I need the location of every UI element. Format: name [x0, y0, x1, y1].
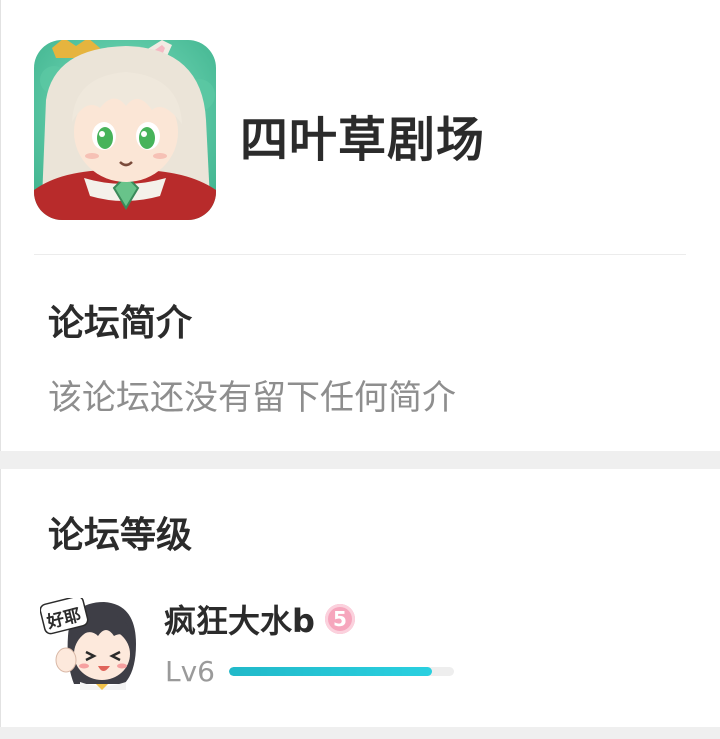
user-avatar-image: 好耶	[39, 595, 136, 690]
intro-section-title: 论坛简介	[48, 303, 193, 344]
level-section-title: 论坛等级	[48, 515, 193, 556]
level-progress-fill	[229, 667, 432, 676]
forum-avatar-image	[34, 40, 216, 220]
intro-text: 该论坛还没有留下任何简介	[48, 378, 456, 418]
header-divider	[34, 254, 686, 255]
user-name-row: 疯狂大水b 5	[164, 596, 355, 642]
forum-name: 四叶草剧场	[240, 112, 486, 168]
level-badge-icon: 5	[324, 604, 355, 634]
forum-avatar[interactable]	[34, 40, 216, 220]
user-name[interactable]: 疯狂大水b	[164, 596, 315, 642]
level-progress-bar	[229, 667, 454, 676]
user-avatar[interactable]: 好耶	[39, 595, 138, 690]
bottom-divider	[0, 727, 720, 739]
forum-header: 四叶草剧场	[34, 40, 694, 222]
section-divider	[0, 451, 720, 469]
level-label: Lv6	[165, 655, 215, 688]
left-border	[0, 0, 1, 739]
